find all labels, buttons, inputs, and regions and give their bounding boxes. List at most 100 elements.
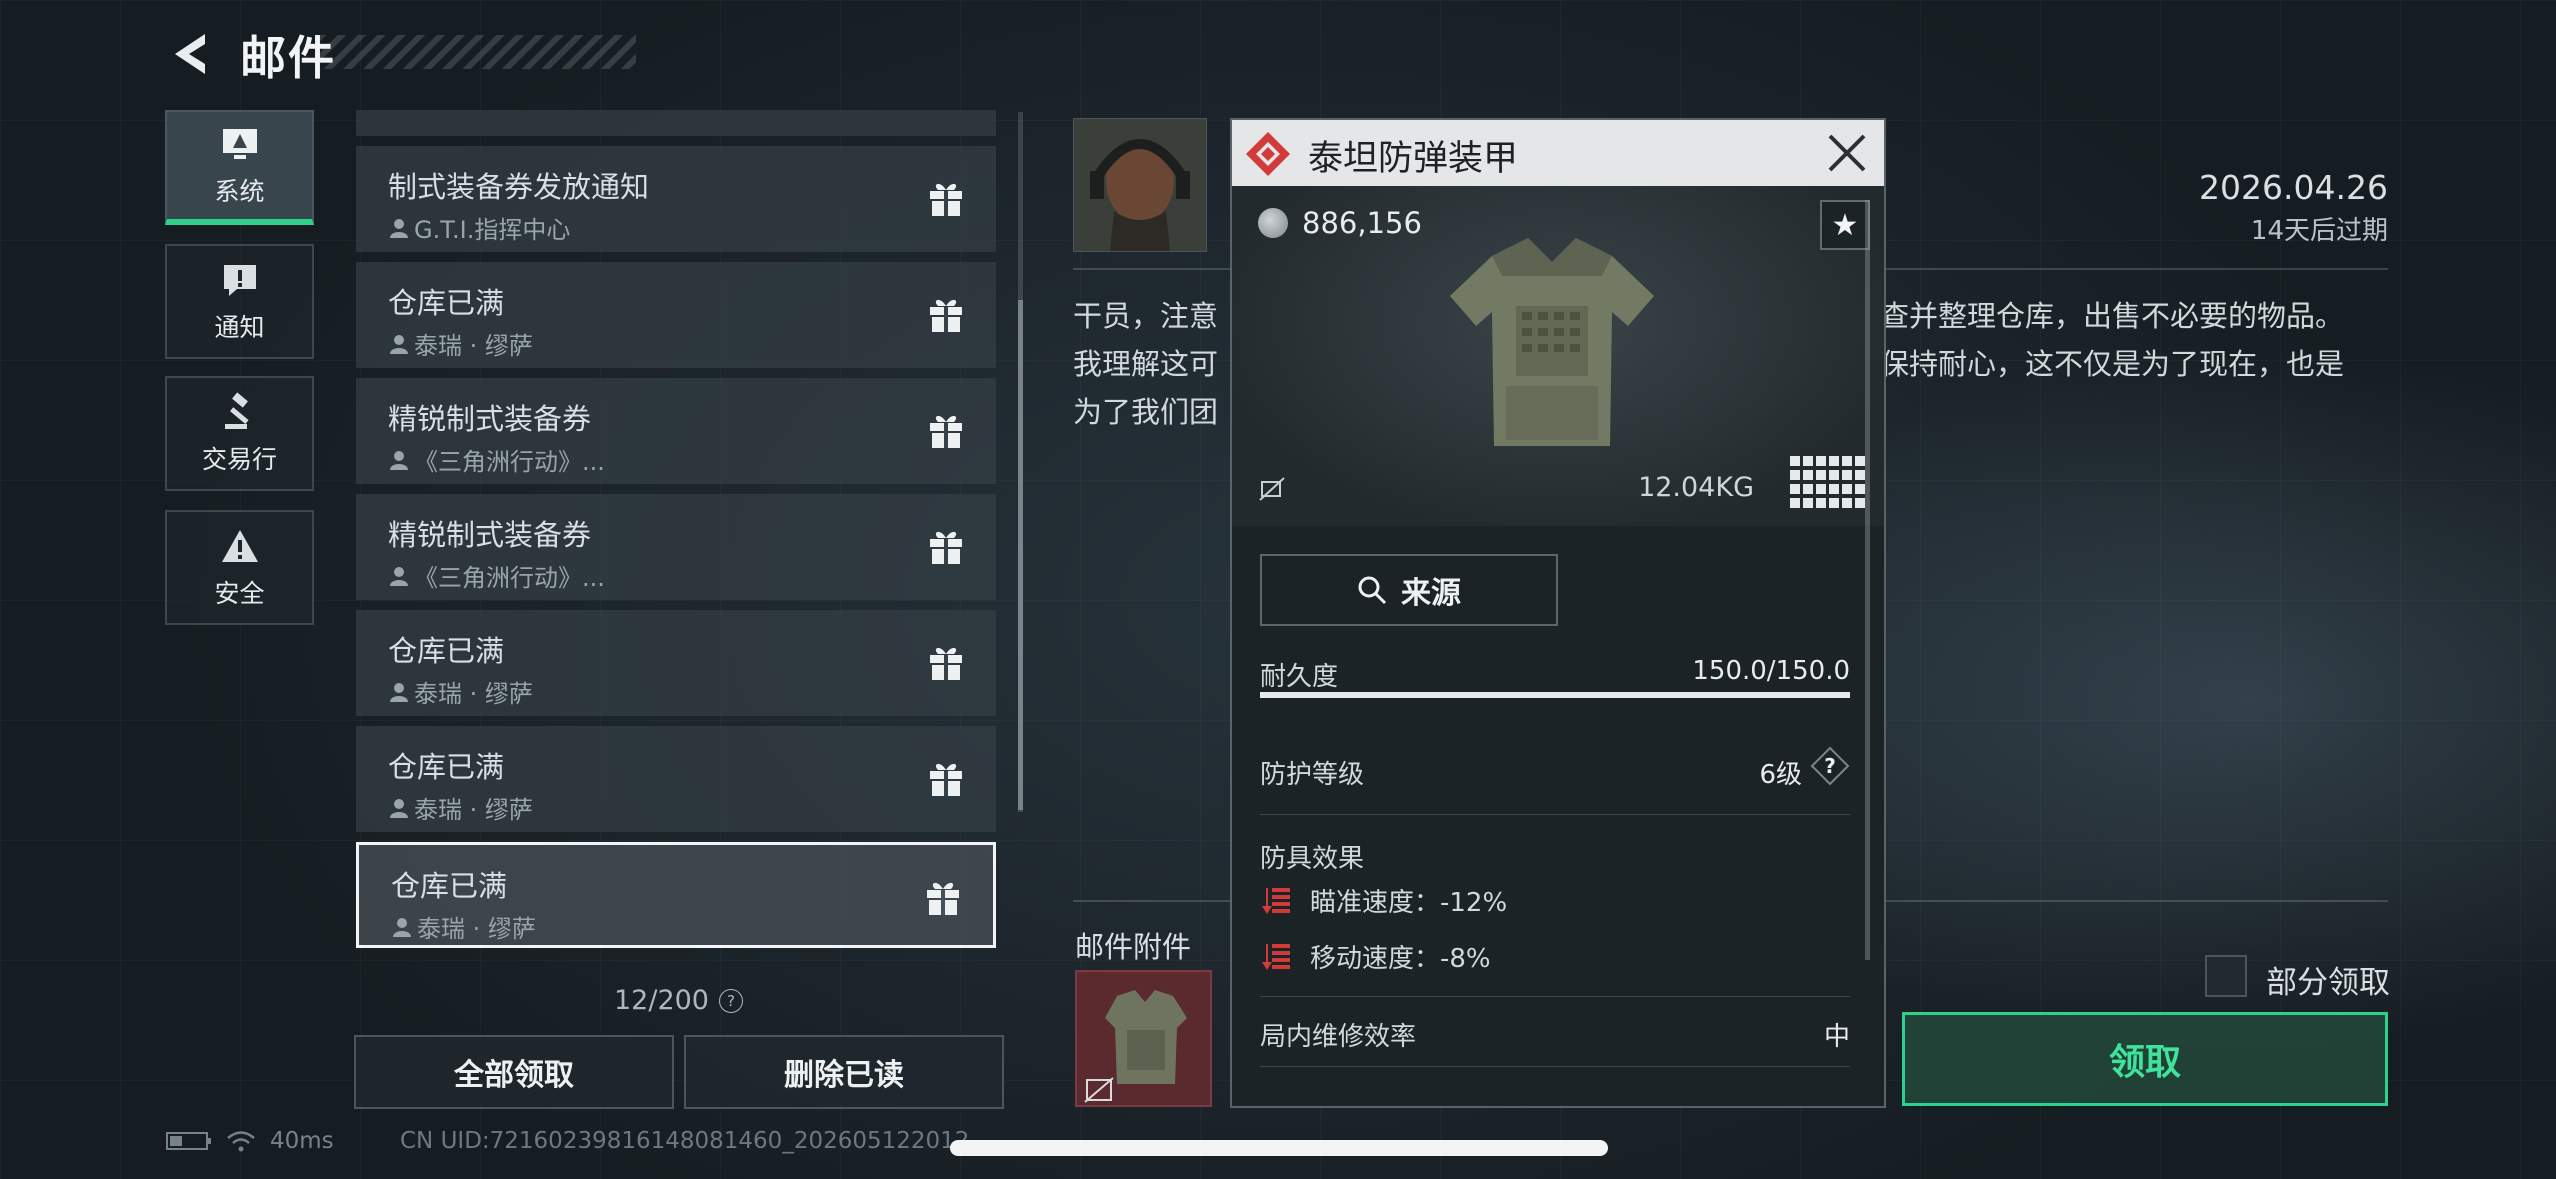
- item-preview: 886,156 ★ 12.04KG: [1232, 186, 1884, 526]
- ping-text: 40ms: [270, 1128, 334, 1154]
- repair-label: 局内维修效率: [1260, 1022, 1417, 1052]
- partial-claim-label: 部分领取: [2266, 965, 2390, 1001]
- claim-button[interactable]: 领取: [1902, 1012, 2388, 1106]
- person-icon: [390, 334, 408, 354]
- popup-scrollbar[interactable]: [1865, 200, 1870, 960]
- svg-text:?: ?: [1824, 754, 1836, 778]
- mail-date: 2026.04.26: [2199, 168, 2388, 207]
- person-icon: [390, 798, 408, 818]
- monitor-warning-icon: [222, 128, 257, 159]
- tab-security[interactable]: 安全: [165, 510, 314, 625]
- mail-title: 仓库已满: [388, 750, 505, 784]
- tab-label: 系统: [214, 176, 265, 206]
- mail-title: 仓库已满: [388, 286, 505, 320]
- durability-value: 150.0/150.0: [1692, 656, 1850, 686]
- avatar-portrait: [1074, 119, 1206, 251]
- attachments-label: 邮件附件: [1075, 930, 1192, 964]
- divider: [1260, 1066, 1850, 1067]
- close-icon[interactable]: [1824, 130, 1870, 176]
- source-button[interactable]: 来源: [1260, 554, 1558, 626]
- durability-row: 耐久度 150.0/150.0: [1260, 656, 1850, 693]
- list-item[interactable]: 仓库已满 泰瑞 · 缪萨: [356, 262, 996, 368]
- durability-bar: [1260, 692, 1850, 698]
- repair-row: 局内维修效率 中: [1260, 1016, 1850, 1053]
- item-price: 886,156: [1302, 206, 1422, 240]
- rarity-diamond-icon: [1246, 132, 1290, 176]
- protection-label: 防护等级: [1260, 760, 1365, 790]
- favorite-star-button[interactable]: ★: [1820, 200, 1870, 250]
- gift-icon: [930, 531, 962, 564]
- list-item[interactable]: 精锐制式装备券 《三角洲行动》...: [356, 378, 996, 484]
- debuff-icon: [1262, 943, 1290, 970]
- mail-sender: 《三角洲行动》...: [414, 448, 605, 476]
- mail-title: 精锐制式装备券: [388, 518, 592, 552]
- mail-expire: 14天后过期: [2250, 216, 2388, 246]
- person-icon: [390, 450, 408, 470]
- search-icon: [1358, 576, 1387, 605]
- home-indicator[interactable]: [950, 1140, 1608, 1156]
- attachment-item[interactable]: [1075, 970, 1212, 1107]
- gift-icon: [930, 183, 962, 216]
- mail-list: 制式装备券发放通知 G.T.I.指挥中心 仓库已满 泰瑞 · 缪萨 精锐制式装备…: [356, 110, 996, 955]
- protection-help-icon[interactable]: ?: [1810, 746, 1850, 786]
- mail-list-scroll-thumb[interactable]: [1018, 300, 1023, 810]
- delete-read-button[interactable]: 删除已读: [684, 1035, 1004, 1109]
- list-item[interactable]: 仓库已满 泰瑞 · 缪萨: [356, 610, 996, 716]
- gift-icon: [930, 415, 962, 448]
- list-item[interactable]: 制式装备券发放通知 G.T.I.指挥中心: [356, 146, 996, 252]
- tab-trade[interactable]: 交易行: [165, 376, 314, 491]
- list-item[interactable]: [356, 110, 996, 136]
- tab-notice[interactable]: 通知: [165, 244, 314, 359]
- durability-label: 耐久度: [1260, 662, 1339, 692]
- item-price-row: 886,156: [1258, 206, 1422, 240]
- mail-sender-row: G.T.I.指挥中心: [388, 210, 570, 245]
- no-insure-icon: [1259, 477, 1285, 501]
- mail-title: 仓库已满: [391, 869, 508, 903]
- source-label: 来源: [1401, 576, 1461, 611]
- mail-sender: 泰瑞 · 缪萨: [417, 915, 536, 943]
- help-icon[interactable]: ?: [719, 988, 743, 1013]
- mail-count: 12/200 ?: [614, 985, 743, 1016]
- mail-body-right: 查并整理仓库，出售不必要的物品。 保持耐心，这不仅是为了现在，也是: [1880, 292, 2400, 388]
- mail-title: 精锐制式装备券: [388, 402, 592, 436]
- item-detail-popup: 泰坦防弹装甲 886,156 ★ 12.04KG 来源 耐久度 150.0/15…: [1230, 118, 1886, 1108]
- title-decoration: [318, 35, 636, 69]
- effects-label: 防具效果: [1260, 844, 1365, 874]
- item-name: 泰坦防弹装甲: [1308, 139, 1519, 179]
- tab-system[interactable]: 系统: [165, 110, 314, 225]
- mail-sender-row: 泰瑞 · 缪萨: [391, 909, 536, 944]
- warning-triangle-icon: [221, 529, 258, 562]
- effect-text: 移动速度：-8%: [1310, 944, 1491, 974]
- effect-row: 瞄准速度：-12%: [1260, 882, 1507, 919]
- protection-row: 防护等级 6级 ?: [1260, 746, 1850, 791]
- armor-image: [1450, 238, 1654, 446]
- mail-title: 制式装备券发放通知: [388, 170, 650, 204]
- mail-count-text: 12/200: [614, 985, 709, 1016]
- gift-icon: [927, 882, 959, 915]
- mail-body-line: 保持耐心，这不仅是为了现在，也是: [1880, 347, 2345, 381]
- popup-header: 泰坦防弹装甲: [1232, 120, 1884, 186]
- partial-claim-checkbox[interactable]: [2205, 955, 2247, 997]
- list-item-selected[interactable]: 仓库已满 泰瑞 · 缪萨: [356, 842, 996, 948]
- tab-label: 交易行: [201, 444, 277, 474]
- mail-body-line: 查并整理仓库，出售不必要的物品。: [1880, 299, 2345, 333]
- debuff-icon: [1262, 887, 1290, 914]
- back-button[interactable]: [165, 28, 217, 80]
- message-alert-icon: [223, 264, 256, 296]
- gift-icon: [930, 763, 962, 796]
- effect-row: 移动速度：-8%: [1260, 938, 1491, 975]
- back-arrow-icon: [175, 34, 205, 74]
- person-icon: [390, 218, 408, 238]
- list-item[interactable]: 精锐制式装备券 《三角洲行动》...: [356, 494, 996, 600]
- list-item[interactable]: 仓库已满 泰瑞 · 缪萨: [356, 726, 996, 832]
- status-bar: 40ms: [166, 1128, 334, 1154]
- sender-avatar: [1073, 118, 1207, 252]
- uid-text: CN UID:72160239816148081460_202605122012: [400, 1128, 970, 1154]
- page-title: 邮件: [240, 31, 336, 85]
- tab-label: 通知: [214, 312, 265, 342]
- mail-sender: 泰瑞 · 缪萨: [414, 796, 533, 824]
- effects-header: 防具效果: [1260, 838, 1850, 875]
- protection-value: 6级: [1759, 760, 1802, 790]
- claim-all-button[interactable]: 全部领取: [354, 1035, 674, 1109]
- mail-sender: G.T.I.指挥中心: [414, 216, 571, 244]
